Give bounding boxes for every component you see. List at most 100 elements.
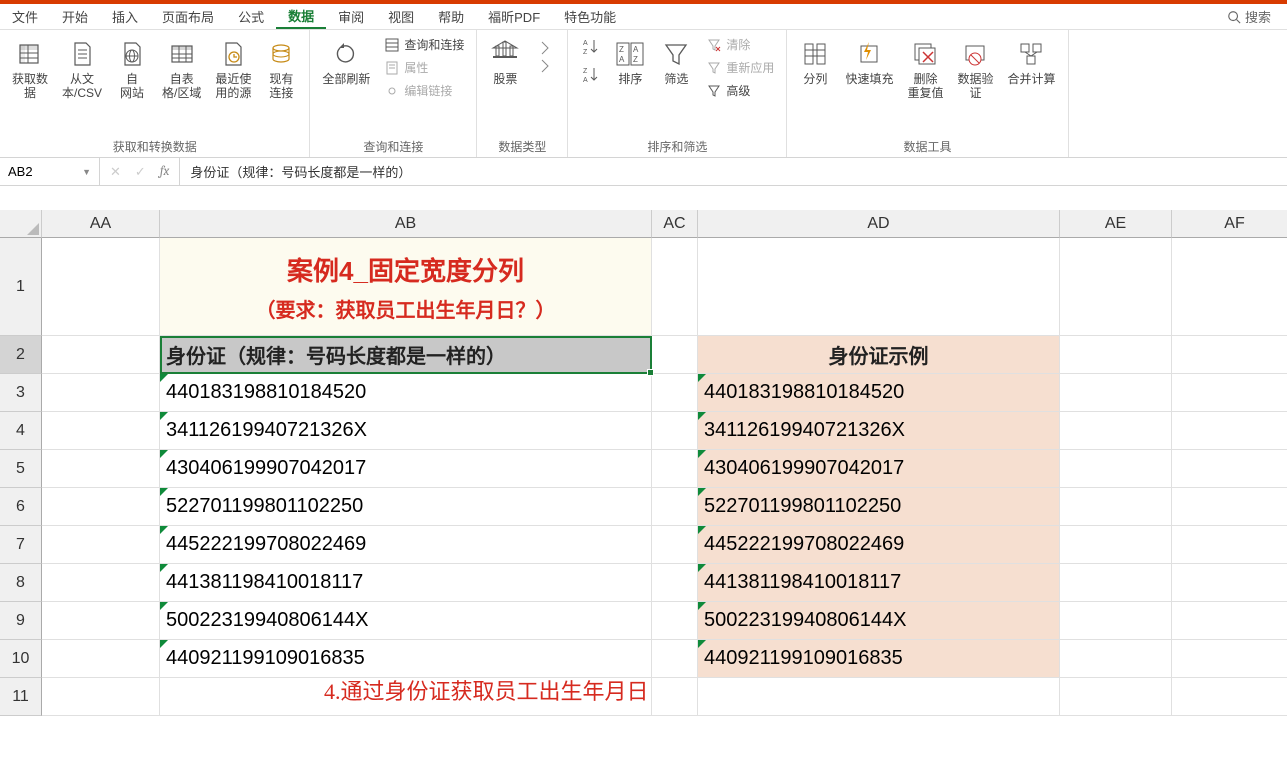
- cell[interactable]: [652, 526, 698, 564]
- row-header[interactable]: 10: [0, 640, 42, 678]
- cell[interactable]: [1060, 640, 1172, 678]
- cell[interactable]: [698, 238, 1060, 336]
- cell[interactable]: [1172, 450, 1287, 488]
- tab-home[interactable]: 开始: [50, 4, 100, 29]
- cell[interactable]: 50022319940806144X: [698, 602, 1060, 640]
- cell[interactable]: [1060, 374, 1172, 412]
- cell[interactable]: [42, 412, 160, 450]
- cell[interactable]: [42, 488, 160, 526]
- cell[interactable]: [42, 602, 160, 640]
- cell[interactable]: [1172, 602, 1287, 640]
- cell[interactable]: 441381198410018117: [160, 564, 652, 602]
- cell[interactable]: [652, 450, 698, 488]
- cell[interactable]: [1060, 450, 1172, 488]
- cell-header-ad[interactable]: 身份证示例: [698, 336, 1060, 374]
- cell[interactable]: [1060, 678, 1172, 716]
- cell[interactable]: [652, 238, 698, 336]
- cell[interactable]: [652, 374, 698, 412]
- cell[interactable]: [1172, 526, 1287, 564]
- cell[interactable]: [652, 336, 698, 374]
- sort-asc-button[interactable]: AZ: [574, 34, 606, 58]
- filter-button[interactable]: 筛选: [654, 34, 698, 90]
- cell[interactable]: 440183198810184520: [698, 374, 1060, 412]
- cell[interactable]: 445222199708022469: [160, 526, 652, 564]
- data-validation-button[interactable]: 数据验 证: [951, 34, 999, 105]
- cell[interactable]: 522701199801102250: [160, 488, 652, 526]
- tab-data[interactable]: 数据: [276, 4, 326, 29]
- text-to-columns-button[interactable]: 分列: [793, 34, 837, 90]
- cell[interactable]: [1172, 640, 1287, 678]
- cell[interactable]: 50022319940806144X: [160, 602, 652, 640]
- row-header[interactable]: 9: [0, 602, 42, 640]
- cell[interactable]: [652, 602, 698, 640]
- from-web-button[interactable]: 自 网站: [110, 34, 154, 105]
- col-header[interactable]: AA: [42, 210, 160, 238]
- tab-pagelayout[interactable]: 页面布局: [150, 4, 226, 29]
- tab-file[interactable]: 文件: [0, 4, 50, 29]
- cell[interactable]: [1172, 678, 1287, 716]
- consolidate-button[interactable]: 合并计算: [1001, 34, 1061, 90]
- cell[interactable]: 440921199109016835: [698, 640, 1060, 678]
- row-header[interactable]: 4: [0, 412, 42, 450]
- reapply-button[interactable]: 重新应用: [700, 57, 780, 78]
- cell[interactable]: [652, 678, 698, 716]
- cell[interactable]: [1060, 602, 1172, 640]
- from-table-button[interactable]: 自表 格/区域: [156, 34, 207, 105]
- cell[interactable]: [1060, 564, 1172, 602]
- cell[interactable]: [1172, 488, 1287, 526]
- row-header[interactable]: 3: [0, 374, 42, 412]
- row-header[interactable]: 7: [0, 526, 42, 564]
- cell[interactable]: [42, 336, 160, 374]
- remove-dup-button[interactable]: 删除 重复值: [901, 34, 949, 105]
- cell[interactable]: [42, 238, 160, 336]
- row-header[interactable]: 2: [0, 336, 42, 374]
- clear-button[interactable]: 清除: [700, 34, 780, 55]
- cancel-formula-icon[interactable]: ✕: [110, 164, 121, 180]
- cell[interactable]: [1060, 336, 1172, 374]
- row-header[interactable]: 5: [0, 450, 42, 488]
- row-header[interactable]: 6: [0, 488, 42, 526]
- row-header[interactable]: 11: [0, 678, 42, 716]
- cell[interactable]: [1172, 374, 1287, 412]
- accept-formula-icon[interactable]: ✓: [135, 164, 146, 180]
- cell[interactable]: 445222199708022469: [698, 526, 1060, 564]
- cell[interactable]: 441381198410018117: [698, 564, 1060, 602]
- from-csv-button[interactable]: 从文 本/CSV: [56, 34, 108, 105]
- existing-conn-button[interactable]: 现有 连接: [259, 34, 303, 105]
- edit-links-button[interactable]: 编辑链接: [378, 80, 470, 101]
- cell[interactable]: [652, 412, 698, 450]
- fx-icon[interactable]: fx: [160, 164, 170, 179]
- search[interactable]: 搜索: [1227, 7, 1287, 26]
- col-header[interactable]: AF: [1172, 210, 1287, 238]
- cell[interactable]: 522701199801102250: [698, 488, 1060, 526]
- refresh-all-button[interactable]: 全部刷新: [316, 34, 376, 90]
- cell[interactable]: [1060, 238, 1172, 336]
- flash-fill-button[interactable]: 快速填充: [839, 34, 899, 90]
- cell[interactable]: 430406199907042017: [160, 450, 652, 488]
- cell[interactable]: [652, 640, 698, 678]
- queries-button[interactable]: 查询和连接: [378, 34, 470, 55]
- cell[interactable]: [1172, 238, 1287, 336]
- name-box[interactable]: AB2▼: [0, 158, 100, 185]
- advanced-button[interactable]: 高级: [700, 80, 780, 101]
- cell[interactable]: [42, 640, 160, 678]
- cell[interactable]: [652, 488, 698, 526]
- cell[interactable]: 440183198810184520: [160, 374, 652, 412]
- get-data-button[interactable]: 获取数 据: [6, 34, 54, 105]
- cell[interactable]: 34112619940721326X: [160, 412, 652, 450]
- cell[interactable]: [1060, 526, 1172, 564]
- cell[interactable]: [1172, 412, 1287, 450]
- recent-sources-button[interactable]: 最近使 用的源: [209, 34, 257, 105]
- cell[interactable]: [42, 374, 160, 412]
- cell[interactable]: 430406199907042017: [698, 450, 1060, 488]
- tab-view[interactable]: 视图: [376, 4, 426, 29]
- cell[interactable]: 34112619940721326X: [698, 412, 1060, 450]
- cell-title[interactable]: 案例4_固定宽度分列 （要求：获取员工出生年月日？）: [160, 238, 652, 336]
- tab-formula[interactable]: 公式: [226, 4, 276, 29]
- cell[interactable]: [1060, 412, 1172, 450]
- tab-help[interactable]: 帮助: [426, 4, 476, 29]
- stocks-button[interactable]: 股票: [483, 34, 527, 90]
- tab-special[interactable]: 特色功能: [552, 4, 628, 29]
- cell[interactable]: [1060, 488, 1172, 526]
- cell[interactable]: [42, 678, 160, 716]
